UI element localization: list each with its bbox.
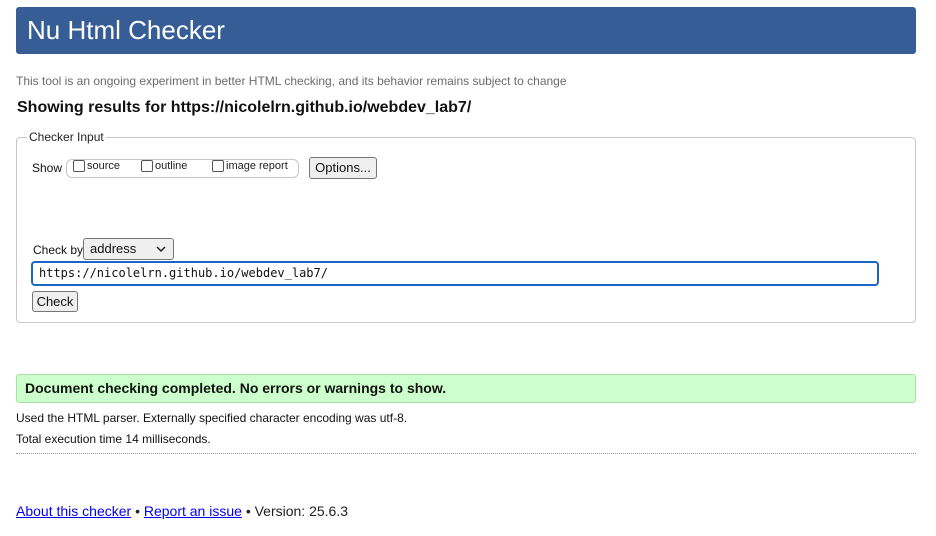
options-button[interactable]: Options...	[309, 157, 377, 179]
check-by-select[interactable]: address	[83, 238, 174, 260]
source-checkbox[interactable]: source	[73, 160, 120, 172]
parser-info: Used the HTML parser. Externally specifi…	[16, 411, 408, 425]
footer: About this checker • Report an issue • V…	[16, 503, 348, 519]
show-label: Show	[32, 161, 63, 175]
checkbox-box[interactable]	[141, 160, 153, 172]
check-by-label: Check by	[33, 243, 84, 257]
url-input[interactable]: https://nicolelrn.github.io/webdev_lab7/	[31, 261, 879, 286]
checkbox-box[interactable]	[212, 160, 224, 172]
source-checkbox-label: source	[87, 160, 121, 172]
subtitle-text: This tool is an ongoing experiment in be…	[16, 74, 567, 88]
page-title: Nu Html Checker	[27, 15, 225, 45]
outline-checkbox-label: outline	[155, 160, 188, 172]
divider	[16, 453, 916, 454]
image-report-checkbox[interactable]: image report	[212, 160, 288, 172]
execution-time: Total execution time 14 milliseconds.	[16, 432, 211, 446]
report-issue-link[interactable]: Report an issue	[144, 503, 242, 519]
results-heading: Showing results for https://nicolelrn.gi…	[17, 99, 472, 116]
check-by-value: address	[90, 241, 137, 256]
check-button[interactable]: Check	[32, 291, 78, 312]
footer-separator: •	[135, 503, 140, 519]
footer-separator: •	[245, 503, 251, 519]
image-report-checkbox-label: image report	[226, 160, 288, 172]
success-message: Document checking completed. No errors o…	[16, 374, 916, 403]
page-header: Nu Html Checker	[16, 7, 916, 54]
version-text: Version: 25.6.3	[254, 503, 349, 519]
outline-checkbox[interactable]: outline	[141, 160, 187, 172]
checker-input-legend: Checker Input	[29, 130, 104, 144]
checkbox-box[interactable]	[73, 160, 85, 172]
about-checker-link[interactable]: About this checker	[16, 503, 131, 519]
